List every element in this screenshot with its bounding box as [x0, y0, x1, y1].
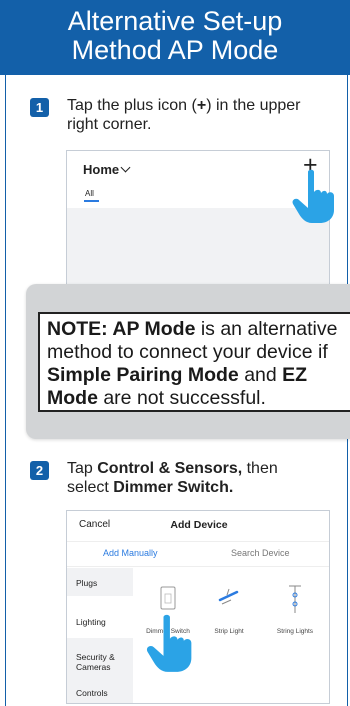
step-2-instructions: Tap Control & Sensors, then select Dimme…: [67, 459, 337, 497]
step-1-badge: 1: [30, 98, 49, 117]
tab-search-device[interactable]: Search Device: [231, 548, 290, 558]
app-top-bar: [67, 151, 329, 208]
add-device-tabs: Add Manually Search Device: [67, 541, 329, 567]
step-2-badge: 2: [30, 461, 49, 480]
step-1-screenshot: Home + All: [66, 150, 330, 286]
step-1-plus-symbol: +: [196, 97, 207, 114]
note-heading: NOTE: AP Mode: [47, 318, 196, 340]
note-text-2: method to connect your device if: [47, 341, 328, 363]
home-label: Home: [83, 162, 120, 177]
note-simple-pairing: Simple Pairing Mode: [47, 364, 239, 386]
category-plugs[interactable]: Plugs: [76, 578, 97, 588]
note-text-1: is an alternative: [195, 318, 338, 340]
add-device-title: Add Device: [170, 519, 228, 531]
step-1-text-pre: Tap the plus icon (: [67, 97, 197, 114]
category-controls[interactable]: Controls: [76, 688, 108, 698]
page-title-line1: Alternative Set-up: [67, 6, 283, 36]
home-dropdown[interactable]: Home: [83, 162, 131, 177]
page-header: Alternative Set-up Method AP Mode: [0, 0, 350, 75]
note-text-3: and: [238, 364, 283, 386]
step-2-dimmer-switch: Dimmer Switch.: [113, 479, 234, 496]
device-label-strip-light: Strip Light: [214, 628, 244, 635]
category-sidebar: Plugs Lighting Security & Cameras Contro…: [67, 568, 133, 703]
chevron-down-icon: [120, 162, 131, 173]
step-2-screenshot: Cancel Add Device Add Manually Search De…: [66, 510, 330, 704]
tab-all-underline: [84, 200, 99, 202]
tab-all[interactable]: All: [85, 189, 94, 198]
strip-light-icon[interactable]: [217, 586, 241, 608]
pointing-hand-icon-2: [146, 614, 192, 672]
pointing-hand-icon: [292, 169, 334, 223]
category-lighting[interactable]: Lighting: [76, 617, 106, 627]
note-mode: Mode: [47, 387, 98, 409]
tab-add-manually[interactable]: Add Manually: [103, 548, 158, 558]
note-callout: NOTE: AP Mode is an alternative method t…: [26, 284, 350, 439]
note-ez: EZ: [282, 364, 308, 386]
step-2-text-line2: select: [67, 479, 114, 496]
note-text-box: NOTE: AP Mode is an alternative method t…: [38, 312, 350, 412]
step-2-text-pre: Tap: [67, 460, 98, 477]
note-text-4: are not successful.: [97, 387, 266, 409]
step-1-instructions: Tap the plus icon (+) in the upper right…: [67, 96, 337, 134]
step-1-text-line2: right corner.: [67, 116, 152, 133]
device-label-string-lights: String Lights: [276, 628, 314, 635]
string-lights-icon[interactable]: [285, 583, 305, 615]
category-security-cameras[interactable]: Security & Cameras: [76, 652, 126, 672]
step-1-text-post: ) in the upper: [206, 97, 301, 114]
page-title-line2: Method AP Mode: [71, 35, 279, 65]
dimmer-switch-icon[interactable]: [157, 585, 179, 613]
step-2-text-post: then: [242, 460, 278, 477]
step-2-control-sensors: Control & Sensors,: [97, 460, 243, 477]
